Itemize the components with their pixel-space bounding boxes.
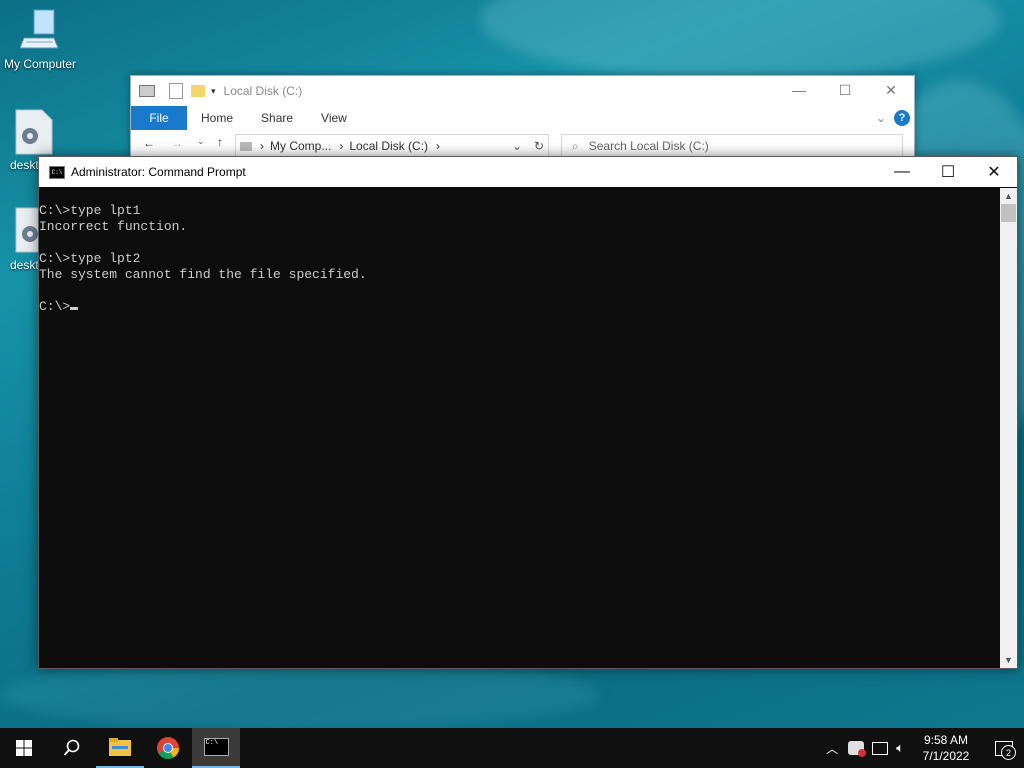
breadcrumb-separator-icon: › [260, 139, 264, 153]
taskbar: C:\ ︿ 🔈︎ 9:58 AM 7/1/2022 2 [0, 728, 1024, 768]
clock[interactable]: 9:58 AM 7/1/2022 [914, 732, 978, 764]
explorer-title-bar[interactable]: ▾ Local Disk (C:) — ☐ ✕ [131, 76, 914, 106]
cmd-icon: C:\ [203, 738, 229, 756]
console-line: The system cannot find the file specifie… [39, 267, 367, 282]
scrollbar-thumb[interactable] [1001, 204, 1016, 222]
properties-icon[interactable] [169, 83, 183, 99]
recent-locations-icon[interactable]: ⌄ [197, 136, 205, 147]
maximize-button[interactable]: ☐ [822, 76, 868, 104]
tab-share[interactable]: Share [247, 111, 307, 125]
desktop-icon-my-computer[interactable]: My Computer [0, 8, 80, 71]
system-tray: ︿ 🔈︎ 9:58 AM 7/1/2022 2 [826, 728, 1024, 768]
console-prompt: C:\> [39, 299, 71, 314]
chrome-icon [157, 737, 179, 759]
file-explorer-taskbar-button[interactable] [96, 728, 144, 768]
clock-time: 9:58 AM [923, 733, 969, 747]
tab-file[interactable]: File [131, 106, 187, 130]
minimize-button[interactable]: — [879, 157, 925, 187]
scroll-up-arrow-icon[interactable]: ▲ [1000, 188, 1017, 204]
breadcrumb-local-disk[interactable]: Local Disk (C:) [349, 139, 428, 153]
network-icon[interactable] [872, 741, 889, 755]
address-dropdown-icon[interactable]: ⌄ [512, 139, 522, 153]
settings-file-icon [14, 206, 53, 257]
search-icon [63, 739, 80, 756]
text-cursor [70, 307, 79, 310]
quick-access-dropdown-icon[interactable]: ▾ [211, 86, 216, 97]
console-output[interactable]: C:\>type lpt1 Incorrect function. C:\>ty… [39, 188, 999, 683]
desktop-icon-label: deskt [10, 258, 39, 272]
breadcrumb-my-computer[interactable]: My Comp... [270, 139, 331, 153]
console-line: C:\>type lpt1 [39, 203, 141, 218]
drive-icon [139, 85, 155, 97]
command-prompt-window[interactable]: C:\ Administrator: Command Prompt — ☐ ✕ … [38, 156, 1018, 669]
desktop-icon-label: deskt [10, 158, 39, 172]
desktop-icon-file-2[interactable]: deskt [0, 206, 53, 272]
wallpaper-highlight [480, 0, 1000, 80]
file-explorer-icon [109, 738, 131, 756]
search-box[interactable]: ⌕ Search Local Disk (C:) [561, 134, 903, 158]
back-arrow-icon[interactable]: ← [143, 136, 155, 150]
cmd-icon: C:\ [49, 165, 65, 179]
start-button[interactable] [0, 728, 48, 768]
desktop-icon-label: My Computer [3, 57, 77, 71]
settings-file-icon [14, 108, 53, 159]
help-icon[interactable]: ? [894, 110, 910, 126]
maximize-button[interactable]: ☐ [925, 157, 971, 187]
breadcrumb-separator-icon: › [339, 139, 344, 153]
tab-view[interactable]: View [307, 111, 361, 125]
chrome-taskbar-button[interactable] [144, 728, 192, 768]
address-bar[interactable]: › My Comp... › Local Disk (C:) › ⌄ ↻ [235, 134, 549, 158]
breadcrumb-separator-icon: › [436, 139, 441, 153]
refresh-icon[interactable]: ↻ [534, 139, 544, 153]
security-alert-icon[interactable] [848, 741, 867, 757]
expand-ribbon-icon[interactable]: ⌄ [876, 111, 886, 125]
search-button[interactable] [48, 728, 96, 768]
search-icon: ⌕ [572, 138, 579, 153]
notification-badge: 2 [1001, 745, 1016, 760]
forward-arrow-icon[interactable]: → [171, 136, 183, 150]
computer-icon [0, 8, 80, 55]
cmd-title-bar[interactable]: C:\ Administrator: Command Prompt — ☐ ✕ [39, 157, 1017, 187]
close-button[interactable]: ✕ [868, 76, 914, 104]
ribbon-tabs: File Home Share View ⌄ ? [131, 106, 914, 130]
clock-date: 7/1/2022 [922, 749, 970, 763]
up-arrow-icon[interactable]: ↑ [217, 135, 223, 149]
folder-icon[interactable] [191, 85, 205, 97]
vertical-scrollbar[interactable]: ▲ ▼ [1000, 188, 1017, 668]
close-button[interactable]: ✕ [971, 157, 1017, 187]
cmd-taskbar-button[interactable]: C:\ [192, 728, 240, 768]
action-center-button[interactable]: 2 [984, 728, 1024, 768]
console-line: Incorrect function. [39, 219, 188, 234]
search-placeholder: Search Local Disk (C:) [588, 139, 709, 153]
minimize-button[interactable]: — [776, 76, 822, 104]
console-line: C:\>type lpt2 [39, 251, 141, 266]
tab-home[interactable]: Home [187, 111, 247, 125]
scroll-down-arrow-icon[interactable]: ▼ [1000, 652, 1017, 668]
windows-logo-icon [16, 740, 32, 756]
console-prompt-line[interactable]: C:\> [39, 299, 999, 315]
volume-icon[interactable]: 🔈︎ [896, 740, 904, 756]
cmd-title: Administrator: Command Prompt [71, 165, 246, 179]
desktop-icon-file-1[interactable]: deskt [0, 108, 53, 172]
drive-icon [240, 141, 252, 151]
explorer-title: Local Disk (C:) [223, 84, 303, 98]
show-hidden-icons-icon[interactable]: ︿ [826, 740, 838, 757]
